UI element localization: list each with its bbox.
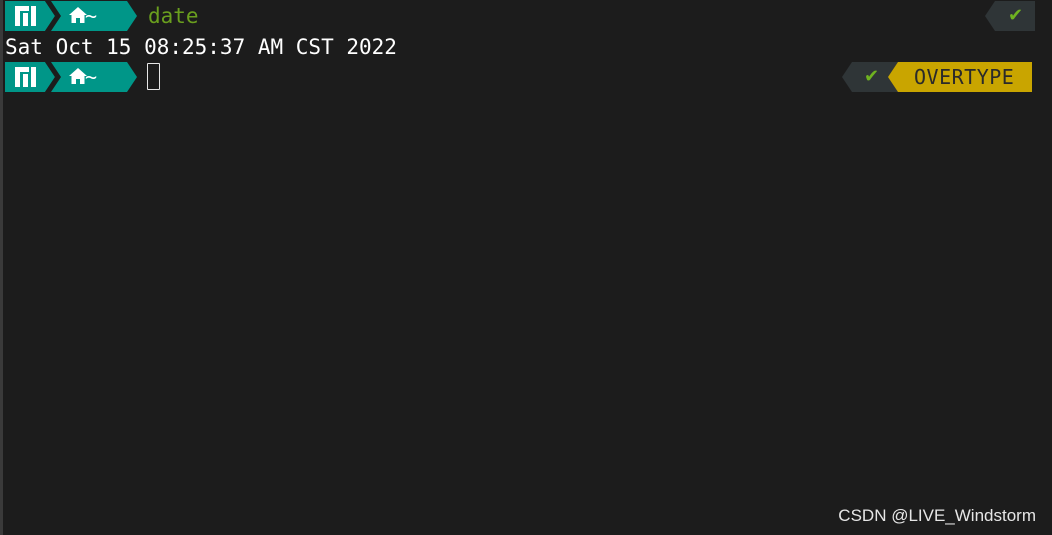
path-segment: ~ bbox=[51, 62, 139, 92]
manjaro-logo-icon bbox=[15, 6, 36, 26]
check-icon: ✔ bbox=[864, 66, 880, 87]
window-left-edge bbox=[0, 0, 3, 535]
prompt-line-1: ~ date ✔ bbox=[5, 1, 1045, 31]
prompt-line-2: ~ ✔ OVERTYPE bbox=[5, 62, 1045, 92]
path-segment: ~ bbox=[51, 1, 139, 31]
distro-logo-segment bbox=[5, 62, 57, 92]
watermark: CSDN @LIVE_Windstorm bbox=[838, 506, 1036, 525]
command-text: date bbox=[148, 4, 199, 28]
terminal-window[interactable]: ~ date ✔ Sat Oct 15 08:25:37 AM CST 2022 bbox=[0, 0, 1052, 535]
prompt-path: ~ bbox=[85, 65, 98, 89]
command-output: Sat Oct 15 08:25:37 AM CST 2022 bbox=[5, 35, 397, 59]
output-line: Sat Oct 15 08:25:37 AM CST 2022 bbox=[5, 32, 1045, 62]
overtype-mode-indicator: OVERTYPE bbox=[886, 62, 1032, 92]
overtype-label: OVERTYPE bbox=[914, 65, 1015, 89]
prompt-path: ~ bbox=[85, 4, 98, 28]
distro-logo-segment bbox=[5, 1, 57, 31]
status-ok-segment: ✔ bbox=[983, 1, 1035, 31]
text-cursor[interactable] bbox=[147, 63, 160, 90]
manjaro-logo-icon bbox=[15, 67, 36, 87]
check-icon: ✔ bbox=[1008, 5, 1024, 26]
